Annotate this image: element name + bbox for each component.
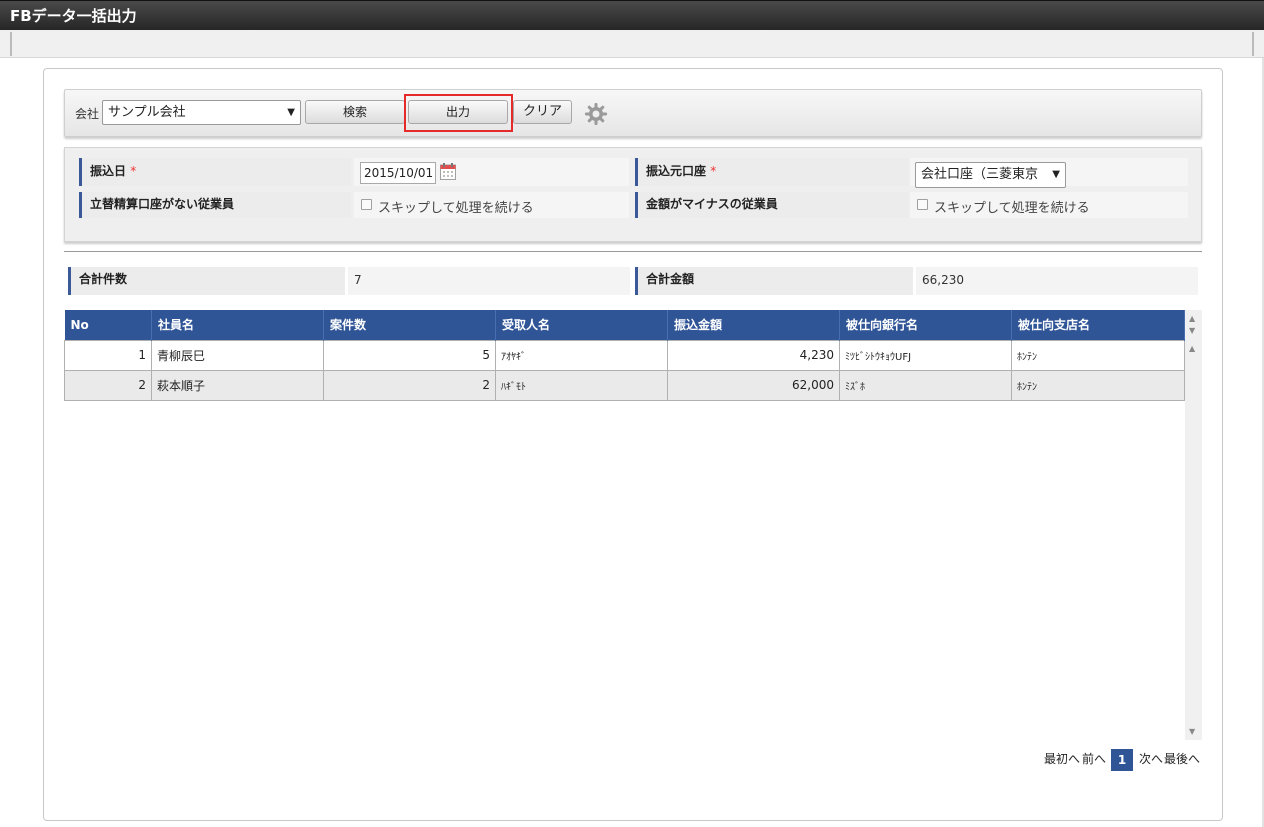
window-title: FBデータ一括出力	[0, 0, 1264, 30]
cell-bank: ﾐｽﾞﾎ	[839, 369, 1012, 401]
table-row[interactable]: 1 青柳辰巳 5 ｱｵﾔｷﾞ 4,230 ﾐﾂﾋﾞｼﾄｳｷｮｳUFJ ﾎﾝﾃﾝ	[64, 339, 1185, 371]
source-account-label: 振込元口座 *	[635, 158, 909, 186]
calendar-icon[interactable]	[440, 163, 456, 180]
scroll-down-icon[interactable]: ▼	[1189, 326, 1195, 335]
total-count-label: 合計件数	[68, 267, 345, 295]
negative-amount-option-label: スキップして処理を続ける	[934, 201, 1090, 216]
column-header-no[interactable]: No	[64, 310, 152, 340]
grid-body-area	[64, 400, 1184, 740]
scroll-up-icon[interactable]: ▲	[1189, 344, 1195, 353]
pager-next[interactable]: 次へ	[1139, 750, 1163, 767]
column-header-employee[interactable]: 社員名	[151, 310, 324, 340]
cell-no: 1	[64, 339, 152, 371]
cell-bank: ﾐﾂﾋﾞｼﾄｳｷｮｳUFJ	[839, 339, 1012, 371]
clear-button[interactable]: クリア	[513, 100, 572, 124]
negative-amount-label: 金額がマイナスの従業員	[635, 192, 909, 218]
divider	[10, 32, 12, 56]
source-account-select-value: 会社口座（三菱東京	[921, 167, 1039, 182]
scroll-top-icon[interactable]: ▲	[1189, 314, 1195, 323]
output-button-highlight	[404, 94, 513, 132]
cell-no: 2	[64, 369, 152, 401]
company-select-value: サンプル会社	[108, 105, 186, 120]
column-header-payee[interactable]: 受取人名	[495, 310, 668, 340]
result-table: No 社員名 案件数 受取人名 振込金額 被仕向銀行名 被仕向支店名 1 青柳辰…	[64, 310, 1185, 401]
table-header-row: No 社員名 案件数 受取人名 振込金額 被仕向銀行名 被仕向支店名	[64, 310, 1185, 340]
cell-payee: ｱｵﾔｷﾞ	[495, 339, 668, 371]
pager-current-page[interactable]: 1	[1111, 749, 1133, 771]
no-reimburse-checkbox[interactable]	[361, 199, 372, 210]
column-header-bank[interactable]: 被仕向銀行名	[839, 310, 1012, 340]
pager-prev[interactable]: 前へ	[1082, 750, 1106, 767]
chevron-down-icon: ▼	[1052, 169, 1060, 180]
cell-amount: 62,000	[667, 369, 840, 401]
cell-branch: ﾎﾝﾃﾝ	[1011, 369, 1185, 401]
sub-toolbar	[0, 30, 1264, 58]
column-header-cases[interactable]: 案件数	[323, 310, 496, 340]
cell-amount: 4,230	[667, 339, 840, 371]
pager-first[interactable]: 最初へ	[1044, 750, 1080, 767]
required-mark: *	[130, 164, 137, 178]
no-reimburse-label: 立替精算口座がない従業員	[79, 192, 351, 218]
required-mark: *	[710, 164, 717, 178]
transfer-date-label: 振込日 *	[79, 158, 351, 186]
cell-cases: 5	[323, 339, 496, 371]
cell-branch: ﾎﾝﾃﾝ	[1011, 339, 1185, 371]
total-amount-value: 66,230	[916, 267, 1198, 295]
cell-payee: ﾊｷﾞﾓﾄ	[495, 369, 668, 401]
grid-scrollbar[interactable]: ▲ ▼ ▲ ▼	[1185, 310, 1202, 740]
negative-amount-checkbox[interactable]	[917, 199, 928, 210]
company-label: 会社	[75, 107, 100, 121]
section-divider	[64, 251, 1202, 252]
transfer-date-label-text: 振込日	[90, 164, 127, 178]
transfer-date-input[interactable]: 2015/10/01	[360, 162, 436, 184]
gear-icon[interactable]	[584, 102, 608, 126]
chevron-down-icon: ▼	[287, 107, 295, 118]
source-account-label-text: 振込元口座	[646, 164, 707, 178]
table-row[interactable]: 2 萩本順子 2 ﾊｷﾞﾓﾄ 62,000 ﾐｽﾞﾎ ﾎﾝﾃﾝ	[64, 369, 1185, 401]
company-select[interactable]: サンプル会社 ▼	[102, 100, 301, 125]
divider	[1252, 32, 1254, 56]
total-amount-label: 合計金額	[635, 267, 913, 295]
cell-employee: 青柳辰巳	[151, 339, 324, 371]
no-reimburse-option-label: スキップして処理を続ける	[378, 201, 534, 216]
column-header-branch[interactable]: 被仕向支店名	[1011, 310, 1185, 340]
source-account-select[interactable]: 会社口座（三菱東京 ▼	[915, 162, 1066, 188]
cell-employee: 萩本順子	[151, 369, 324, 401]
cell-cases: 2	[323, 369, 496, 401]
total-count-value: 7	[348, 267, 630, 295]
pager-last[interactable]: 最後へ	[1164, 750, 1200, 767]
scroll-bottom-icon[interactable]: ▼	[1189, 727, 1195, 736]
column-header-amount[interactable]: 振込金額	[667, 310, 840, 340]
search-button[interactable]: 検索	[305, 100, 405, 124]
